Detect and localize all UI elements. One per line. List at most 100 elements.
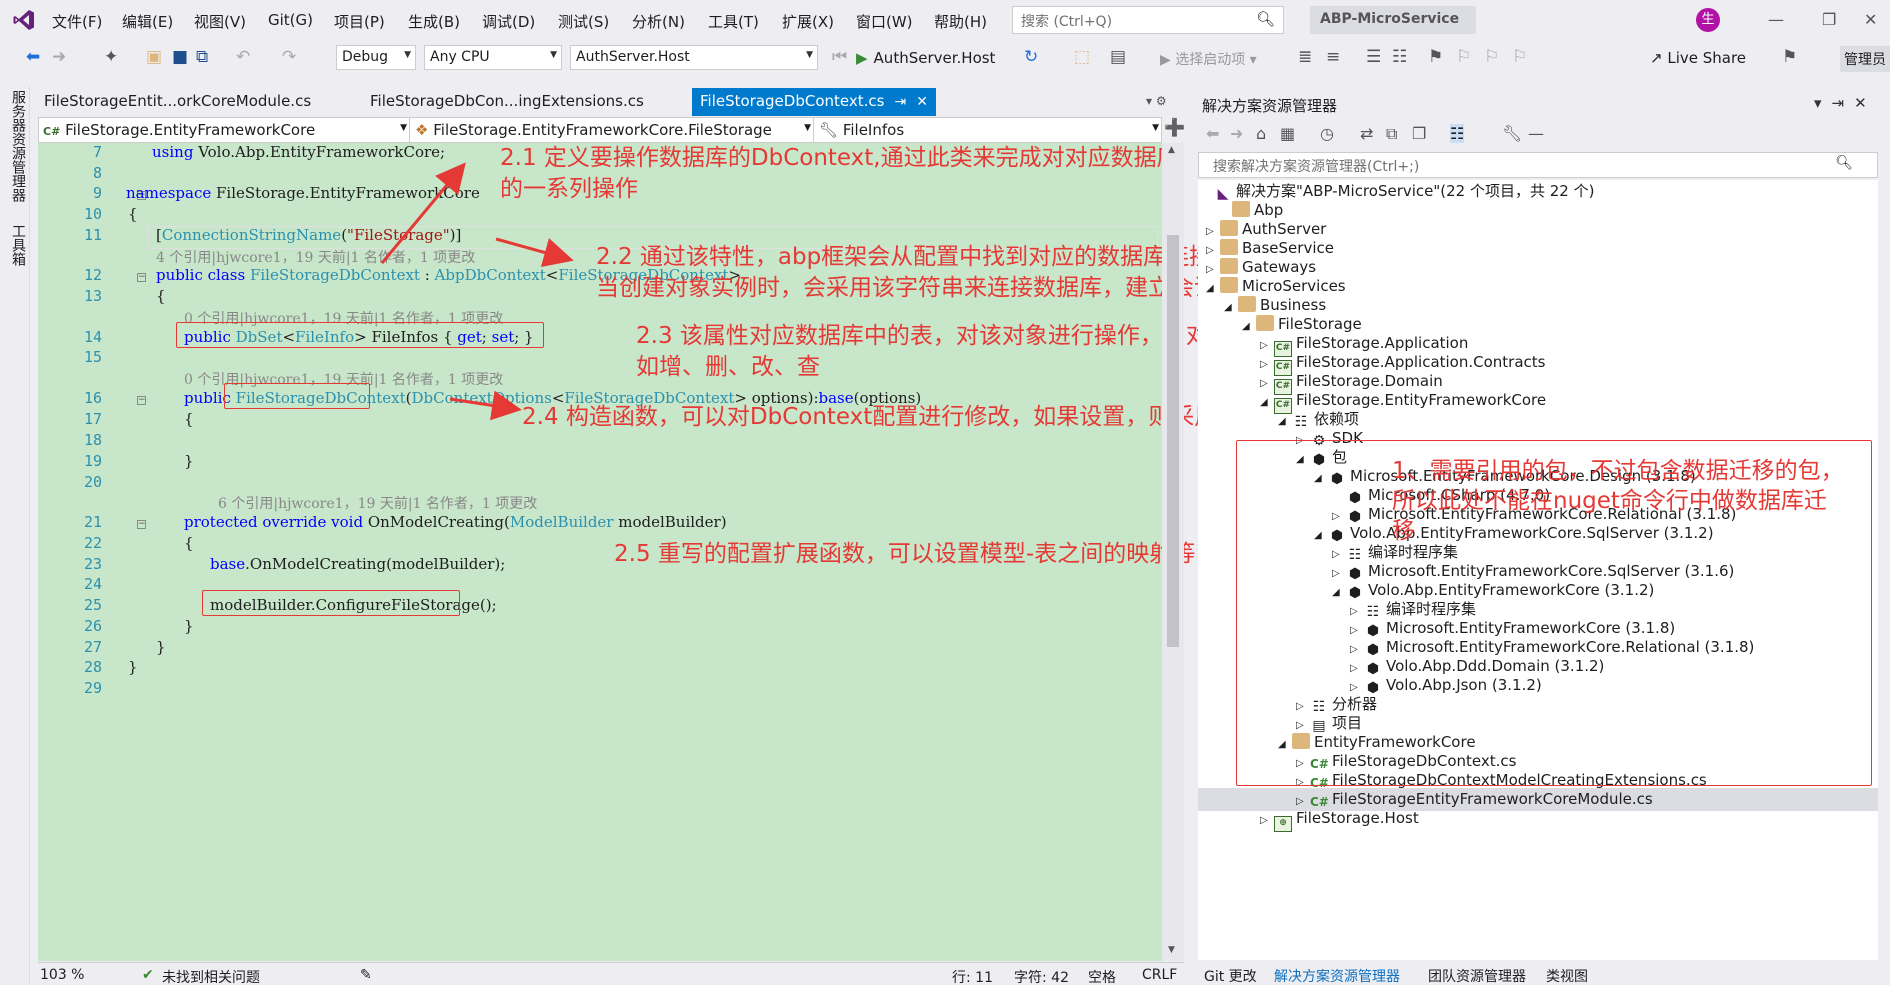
tool-icon-1[interactable]: ≣ [1298, 47, 1312, 67]
run-button[interactable]: ▶ AuthServer.Host [856, 49, 995, 67]
menu-extensions[interactable]: 扩展(X) [782, 11, 834, 32]
menu-analyze[interactable]: 分析(N) [632, 11, 685, 32]
collapse-all-icon[interactable]: ⧉ [1386, 124, 1397, 144]
startup-project-select[interactable]: AuthServer.Host ▼ [570, 45, 818, 70]
startup-items[interactable]: ▶ 选择启动项 ▾ [1160, 49, 1257, 69]
tracking-icon[interactable]: ☷ [1450, 124, 1465, 143]
menu-file[interactable]: 文件(F) [52, 11, 102, 32]
tree-node-fs-host[interactable]: ▷ ⊕ FileStorage.Host [1260, 807, 1419, 832]
tab-dropdown-icon[interactable]: ▾ ⚙ [1146, 94, 1167, 108]
pin-icon[interactable]: ⇥ [894, 94, 906, 110]
wrench-icon[interactable]: 🔧︎ [1502, 124, 1522, 143]
undo-icon[interactable]: ↶ [236, 47, 250, 67]
search-input[interactable]: 搜索 (Ctrl+Q) 🔍︎ [1012, 6, 1284, 34]
eol-indicator[interactable]: CRLF [1142, 967, 1177, 983]
fold-toggle[interactable]: − [137, 273, 146, 282]
show-all-files-icon[interactable]: ❐ [1412, 124, 1426, 143]
spaces-indicator[interactable]: 空格 [1088, 967, 1116, 985]
toolbox-tab[interactable]: 工具箱 [8, 224, 28, 266]
home-icon[interactable]: ⌂ [1256, 124, 1266, 143]
menu-help[interactable]: 帮助(H) [934, 11, 987, 32]
forward-icon[interactable]: ➜ [1230, 124, 1243, 143]
scroll-up-icon[interactable]: ▲ [1168, 145, 1175, 155]
collapse-arrow-icon[interactable]: ◢ [1206, 277, 1220, 300]
tab-module[interactable]: FileStorageEntit...orkCoreModule.cs [44, 92, 311, 110]
scrollbar-thumb[interactable] [1167, 235, 1179, 647]
restore-icon[interactable]: ❐ [1822, 10, 1836, 29]
collapse-arrow-icon[interactable]: ◢ [1242, 315, 1256, 338]
preview-icon[interactable]: — [1528, 124, 1544, 143]
platform-select[interactable]: Any CPU ▼ [424, 45, 562, 70]
tab-git-changes[interactable]: Git 更改 [1204, 966, 1257, 985]
pending-changes-icon[interactable]: ◷ [1320, 124, 1334, 143]
type-dropdown[interactable]: ❖ FileStorage.EntityFrameworkCore.FileSt… [415, 121, 811, 141]
bookmark-prev-icon[interactable]: ⚐ [1456, 47, 1471, 67]
zoom-level[interactable]: 103 % [40, 967, 84, 983]
fold-toggle[interactable]: − [137, 396, 146, 405]
new-project-icon[interactable]: ✦ [104, 47, 118, 67]
tool-icon-2[interactable]: ≡ [1326, 47, 1340, 67]
solution-explorer-header: 解决方案资源管理器 ▾⇥✕ [1198, 92, 1878, 116]
expand-arrow-icon[interactable]: ▷ [1260, 809, 1274, 832]
collapse-arrow-icon[interactable]: ◢ [1224, 296, 1238, 319]
save-all-icon[interactable]: ⧉ [196, 47, 208, 67]
config-select[interactable]: Debug ▼ [336, 45, 416, 70]
save-icon[interactable]: ■ [172, 47, 188, 67]
bookmark-next-icon[interactable]: ⚐ [1484, 47, 1499, 67]
brush-icon[interactable]: ✎ [360, 967, 372, 983]
close-icon[interactable]: ✕ [916, 94, 928, 110]
project-dropdown[interactable]: C# FileStorage.EntityFrameworkCore ▼ [43, 121, 407, 141]
member-dropdown[interactable]: 🔧︎ FileInfos ▼ [819, 121, 1159, 141]
switch-views-icon[interactable]: ▦ [1280, 124, 1295, 143]
forward-icon[interactable]: ➜ [52, 47, 66, 67]
menu-view[interactable]: 视图(V) [194, 11, 246, 32]
solution-search-input[interactable]: 搜索解决方案资源管理器(Ctrl+;) 🔍︎ [1198, 152, 1878, 178]
scroll-down-icon[interactable]: ▼ [1168, 945, 1175, 955]
editor-scrollbar[interactable]: ▲ ▼ [1162, 143, 1184, 961]
sync-icon[interactable]: ⇄ [1360, 124, 1373, 143]
tab-solution-explorer[interactable]: 解决方案资源管理器 [1274, 966, 1400, 985]
comment-icon[interactable]: ☷ [1392, 47, 1407, 67]
collapse-arrow-icon[interactable]: ◢ [1278, 410, 1292, 433]
collapse-arrow-icon[interactable]: ◢ [1260, 391, 1274, 414]
bookmark-clear-icon[interactable]: ⚐ [1512, 47, 1527, 67]
minimize-icon[interactable]: — [1768, 10, 1784, 29]
code-lens[interactable]: 4 个引用|hjwcore1，19 天前|1 名作者，1 项更改 [156, 247, 475, 267]
menu-tools[interactable]: 工具(T) [708, 11, 759, 32]
device-icon[interactable]: ▤ [1110, 47, 1126, 67]
menu-window[interactable]: 窗口(W) [856, 11, 913, 32]
panel-pin-close-icons[interactable]: ▾⇥✕ [1814, 94, 1877, 112]
close-icon[interactable]: ✕ [1864, 10, 1877, 29]
tree-node-label: BaseService [1242, 239, 1334, 257]
code-editor[interactable]: 7 8 9 10 11 12 13 14 15 16 17 18 19 20 2… [38, 143, 1347, 961]
menu-edit[interactable]: 编辑(E) [122, 11, 173, 32]
fold-toggle[interactable]: − [137, 520, 146, 529]
menu-debug[interactable]: 调试(D) [482, 11, 535, 32]
live-share-button[interactable]: ↗ Live Share [1650, 49, 1746, 67]
line-number: 18 [83, 431, 102, 449]
feedback-icon[interactable]: ⚑ [1782, 47, 1797, 67]
open-folder-icon[interactable]: ▣ [146, 47, 162, 67]
menu-project[interactable]: 项目(P) [334, 11, 385, 32]
code-lens[interactable]: 6 个引用|hjwcore1，19 天前|1 名作者，1 项更改 [218, 493, 537, 513]
tab-extensions[interactable]: FileStorageDbCon...ingExtensions.cs [370, 92, 644, 110]
indent-icon[interactable]: ☰ [1366, 47, 1381, 67]
tab-team-explorer[interactable]: 团队资源管理器 [1428, 966, 1526, 985]
menu-test[interactable]: 测试(S) [558, 11, 609, 32]
tab-class-view[interactable]: 类视图 [1546, 966, 1588, 985]
split-window-icon[interactable]: ➕ [1164, 118, 1185, 138]
redo-icon[interactable]: ↷ [282, 47, 296, 67]
tab-dbcontext[interactable]: FileStorageDbContext.cs ⇥ ✕ [692, 88, 936, 116]
avatar[interactable]: 生 [1696, 8, 1720, 32]
server-explorer-tab[interactable]: 服务器资源管理器 [8, 90, 28, 202]
step-back-icon[interactable]: ⏮ [832, 47, 847, 67]
menu-build[interactable]: 生成(B) [408, 11, 460, 32]
type-name: AbpDbContext [434, 266, 546, 284]
refresh-icon[interactable]: ↻ [1024, 47, 1038, 67]
issues-status[interactable]: 未找到相关问题 [162, 967, 260, 985]
bookmark-icon[interactable]: ⚑ [1428, 47, 1443, 67]
menu-git[interactable]: Git(G) [268, 11, 313, 29]
browser-link-icon[interactable]: ⬚ [1074, 47, 1090, 67]
back-icon[interactable]: ⬅ [26, 47, 40, 67]
back-icon[interactable]: ⬅ [1206, 124, 1219, 143]
